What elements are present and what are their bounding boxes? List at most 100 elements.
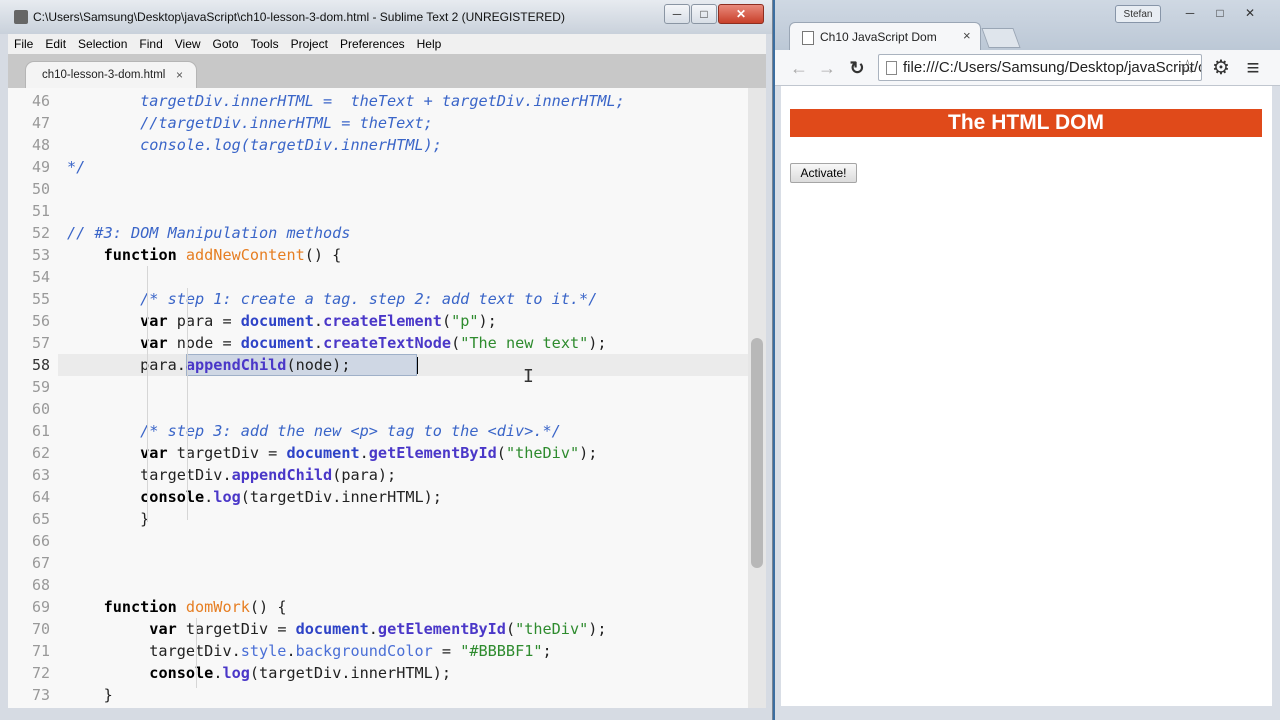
chrome-maximize-button[interactable]: □	[1205, 4, 1235, 22]
code-token: function	[103, 598, 186, 616]
code-token: (	[451, 334, 461, 352]
forward-arrow-icon[interactable]: →	[816, 57, 838, 79]
code-token: node =	[167, 334, 241, 352]
chrome-minimize-button[interactable]: ─	[1175, 4, 1205, 22]
code-token: var	[140, 312, 168, 330]
code-token: document	[286, 444, 360, 462]
code-token: appendChild	[185, 356, 287, 374]
line-number: 56	[31, 312, 50, 330]
code-token: document	[240, 312, 314, 330]
code-line: //targetDiv.innerHTML = theText;	[67, 112, 433, 134]
code-line: /* step 3: add the new <p> tag to the <d…	[67, 420, 561, 442]
line-number: 46	[31, 92, 50, 110]
chrome-close-button[interactable]: ✕	[1235, 4, 1265, 22]
indent-guide	[196, 618, 197, 688]
code-token: targetDiv =	[167, 444, 287, 462]
window-bottom-border	[775, 706, 1280, 720]
code-token: function	[103, 246, 186, 264]
activate-button[interactable]: Activate!	[790, 163, 857, 183]
code-token: addNewContent	[185, 246, 305, 264]
vertical-scrollbar[interactable]	[748, 88, 766, 708]
code-token: (para);	[332, 466, 397, 484]
line-number: 63	[31, 466, 50, 484]
code-token: console.log(targetDiv.innerHTML);	[67, 136, 442, 154]
code-token: (node);	[286, 356, 351, 374]
code-line: // #3: DOM Manipulation methods	[67, 222, 350, 244]
line-number: 57	[31, 334, 50, 352]
code-line: console.log(targetDiv.innerHTML);	[67, 662, 451, 684]
code-line: targetDiv.innerHTML = theText + targetDi…	[67, 90, 625, 112]
minimize-button[interactable]: ─	[664, 4, 690, 24]
code-token: log	[222, 664, 250, 682]
code-token: targetDiv.	[67, 466, 232, 484]
line-number: 54	[31, 268, 50, 286]
code-token: .	[313, 334, 324, 352]
sublime-app-icon	[14, 10, 28, 24]
editor-tab[interactable]: ch10-lesson-3-dom.html ×	[26, 62, 196, 88]
mouse-ibeam-cursor: I	[523, 366, 534, 387]
chrome-window: Stefan ─ □ ✕ Ch10 JavaScript Dom × ← → ↻…	[775, 0, 1280, 720]
menu-view[interactable]: View	[169, 34, 207, 51]
menu-project[interactable]: Project	[285, 34, 334, 51]
code-token: "theDiv"	[505, 444, 580, 462]
back-arrow-icon[interactable]: ←	[788, 57, 810, 79]
code-token: console	[149, 664, 214, 682]
code-token: .	[286, 642, 296, 660]
maximize-button[interactable]: □	[691, 4, 717, 24]
tab-close-icon[interactable]: ×	[176, 68, 183, 82]
scrollbar-thumb[interactable]	[751, 338, 763, 568]
page-content: The HTML DOM Activate!	[781, 86, 1272, 706]
menu-selection[interactable]: Selection	[72, 34, 133, 51]
line-number: 70	[31, 620, 50, 638]
browser-tab[interactable]: Ch10 JavaScript Dom ×	[789, 22, 981, 50]
tab-close-icon[interactable]: ×	[963, 28, 971, 43]
code-editor[interactable]: 46 47 48 49 50 51 52 53 54 55 56 57 58 59 60 61 62 63 64 65…	[8, 88, 766, 708]
code-token: var	[140, 334, 168, 352]
menu-help[interactable]: Help	[411, 34, 448, 51]
line-number: 64	[31, 488, 50, 506]
code-token: // #3: DOM Manipulation methods	[67, 224, 351, 242]
reload-icon[interactable]: ↻	[846, 57, 868, 79]
code-token: (	[441, 312, 452, 330]
line-number: 52	[31, 224, 50, 242]
chrome-menu-icon[interactable]: ≡	[1242, 57, 1264, 79]
new-tab-button[interactable]	[981, 28, 1021, 48]
menu-preferences[interactable]: Preferences	[334, 34, 411, 51]
code-token: .	[368, 620, 378, 638]
code-token: log	[213, 488, 241, 506]
address-url: file:///C:/Users/Samsung/Desktop/javaScr…	[903, 59, 1201, 76]
line-number: 47	[31, 114, 50, 132]
address-bar[interactable]: file:///C:/Users/Samsung/Desktop/javaScr…	[878, 54, 1202, 81]
line-number: 72	[31, 664, 50, 682]
line-number: 53	[31, 246, 50, 264]
menu-edit[interactable]: Edit	[39, 34, 72, 51]
chrome-title-bar[interactable]: Stefan ─ □ ✕ Ch10 JavaScript Dom ×	[775, 0, 1280, 50]
text-cursor	[417, 357, 418, 374]
profile-button[interactable]: Stefan	[1115, 5, 1161, 23]
menu-find[interactable]: Find	[133, 34, 168, 51]
menu-file[interactable]: File	[8, 34, 39, 51]
bookmark-star-icon[interactable]: ☆	[1179, 56, 1196, 79]
line-number: 51	[31, 202, 50, 220]
code-token: ;	[542, 642, 552, 660]
code-token: .	[204, 488, 214, 506]
code-token: var	[140, 444, 168, 462]
code-token: .	[313, 312, 324, 330]
sublime-title-bar[interactable]: C:\Users\Samsung\Desktop\javaScript\ch10…	[0, 0, 772, 34]
menu-goto[interactable]: Goto	[207, 34, 245, 51]
code-line: function domWork() {	[67, 596, 287, 618]
menu-bar: File Edit Selection Find View Goto Tools Projec…	[8, 34, 766, 54]
code-token: //targetDiv.innerHTML = theText;	[67, 114, 433, 132]
line-number: 50	[31, 180, 50, 198]
line-number: 71	[31, 642, 50, 660]
code-token: createElement	[323, 312, 442, 330]
close-button[interactable]: ✕	[718, 4, 764, 24]
menu-tools[interactable]: Tools	[245, 34, 285, 51]
settings-gear-icon[interactable]: ⚙	[1210, 57, 1232, 79]
